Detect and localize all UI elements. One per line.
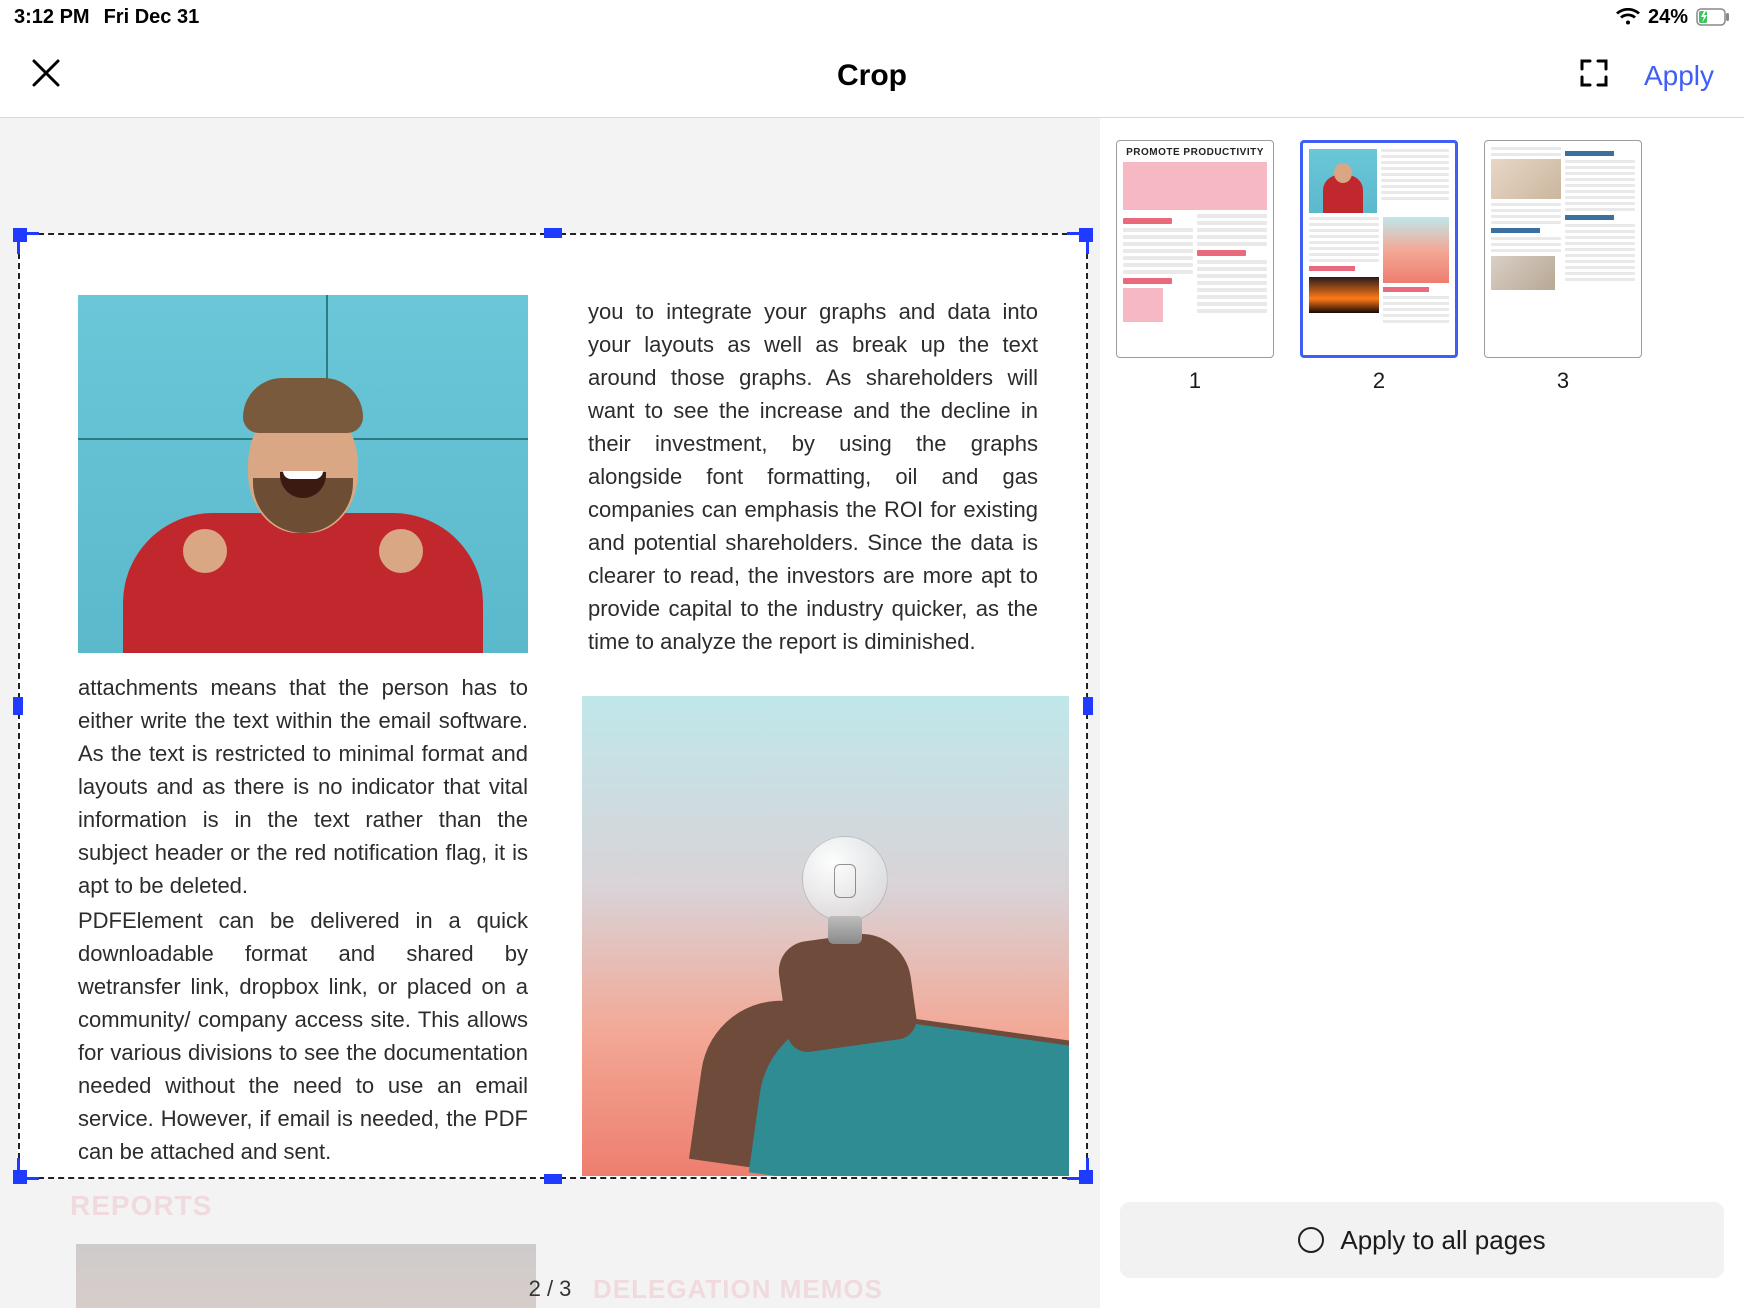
thumbnail-page-2[interactable]: 2 — [1300, 140, 1458, 394]
crop-canvas[interactable]: attachments means that the person has to… — [0, 118, 1100, 1308]
crop-selection-box[interactable]: attachments means that the person has to… — [18, 233, 1088, 1179]
battery-percent: 24% — [1648, 6, 1688, 29]
status-time: 3:12 PM — [14, 6, 90, 29]
apply-to-all-label: Apply to all pages — [1340, 1225, 1545, 1256]
thumbnail-label: 3 — [1557, 368, 1569, 394]
page-counter: 2 / 3 — [529, 1276, 572, 1302]
page-left-column: attachments means that the person has to… — [78, 295, 528, 1177]
close-icon — [30, 57, 62, 89]
reports-heading: REPORTS — [70, 1190, 212, 1222]
page-paragraph: you to integrate your graphs and data in… — [588, 295, 1038, 658]
page-paragraph: attachments means that the person has to… — [78, 671, 528, 902]
page-photo-sunset — [76, 1244, 536, 1308]
thumbnail-label: 2 — [1373, 368, 1385, 394]
crop-toolbar: Crop Apply — [0, 34, 1744, 118]
thumbnail-page-1[interactable]: PROMOTE PRODUCTIVITY — [1116, 140, 1274, 394]
delegation-heading: DELEGATION MEMOS — [593, 1274, 883, 1305]
thumbnail-sidebar: PROMOTE PRODUCTIVITY — [1100, 118, 1744, 1308]
expand-icon — [1578, 57, 1610, 89]
thumbnail-page-3[interactable]: 3 — [1484, 140, 1642, 394]
status-bar: 3:12 PM Fri Dec 31 24% — [0, 0, 1744, 34]
thumbnail-strip: PROMOTE PRODUCTIVITY — [1116, 140, 1728, 394]
page-photo-lightbulb — [582, 696, 1069, 1176]
wifi-icon — [1616, 8, 1640, 26]
expand-button[interactable] — [1578, 57, 1610, 94]
page-right-column: you to integrate your graphs and data in… — [588, 295, 1038, 1177]
page-photo-man — [78, 295, 528, 653]
apply-button[interactable]: Apply — [1644, 60, 1714, 92]
battery-icon — [1696, 8, 1730, 26]
thumbnail-label: 1 — [1189, 368, 1201, 394]
apply-to-all-button[interactable]: Apply to all pages — [1120, 1202, 1724, 1278]
toolbar-title: Crop — [837, 59, 907, 93]
status-date: Fri Dec 31 — [104, 6, 200, 29]
main-area: attachments means that the person has to… — [0, 118, 1744, 1308]
radio-unchecked-icon — [1298, 1227, 1324, 1253]
page-paragraph: PDFElement can be delivered in a quick d… — [78, 904, 528, 1168]
close-button[interactable] — [30, 57, 62, 94]
page-content: attachments means that the person has to… — [20, 235, 1086, 1177]
thumb1-title: PROMOTE PRODUCTIVITY — [1123, 147, 1267, 158]
